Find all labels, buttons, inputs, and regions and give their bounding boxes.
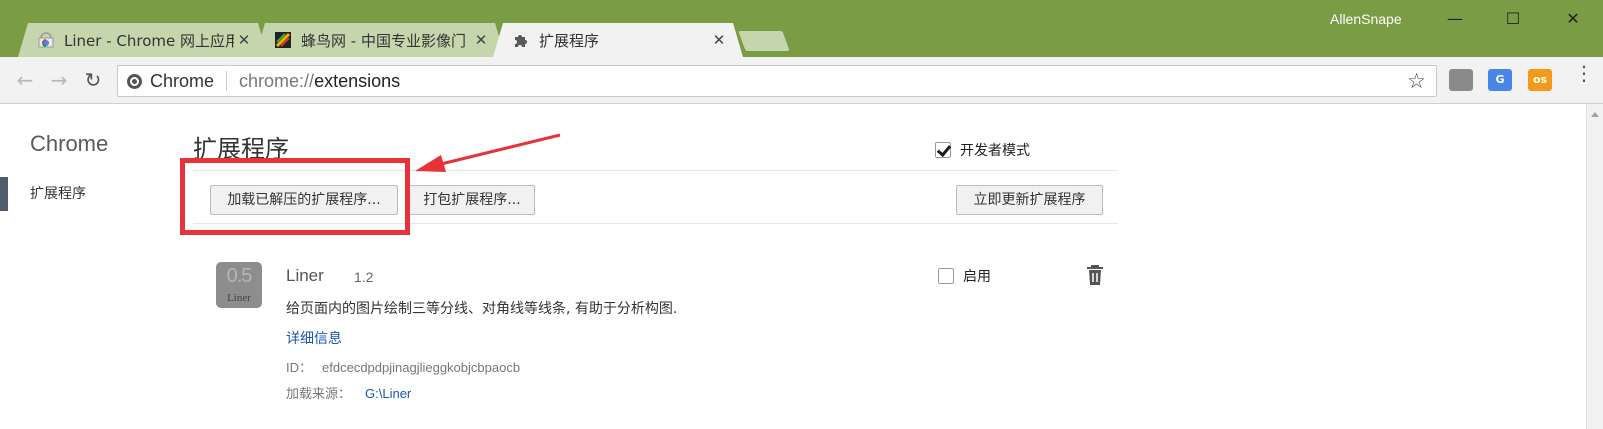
menu-icon[interactable]: ⋮ bbox=[1574, 63, 1594, 93]
update-extensions-button[interactable]: 立即更新扩展程序 bbox=[956, 185, 1103, 215]
enable-toggle[interactable]: 启用 bbox=[938, 266, 991, 286]
annotation-highlight-box bbox=[180, 158, 410, 235]
tab-title: 扩展程序 bbox=[539, 31, 600, 50]
close-icon[interactable]: ✕ bbox=[709, 31, 729, 49]
vertical-scrollbar[interactable] bbox=[1586, 104, 1603, 429]
title-bar: Liner - Chrome 网上应用 ✕ 蜂鸟网 - 中国专业影像门 ✕ 扩展… bbox=[0, 0, 1603, 57]
omnibox-label: Chrome bbox=[150, 70, 215, 91]
new-tab-button[interactable] bbox=[738, 31, 790, 51]
developer-mode-checkbox[interactable] bbox=[935, 142, 951, 158]
liner-icon[interactable]: os bbox=[1528, 69, 1552, 91]
maximize-button[interactable]: ☐ bbox=[1498, 6, 1528, 32]
back-button[interactable]: ← bbox=[12, 67, 38, 93]
omnibox-separator bbox=[226, 71, 228, 91]
developer-mode-toggle[interactable]: 开发者模式 bbox=[935, 140, 1030, 160]
chrome-icon bbox=[127, 73, 142, 89]
close-window-button[interactable]: ✕ bbox=[1558, 6, 1588, 32]
tab-liner-webstore[interactable]: Liner - Chrome 网上应用 ✕ bbox=[18, 23, 268, 57]
enable-label: 启用 bbox=[963, 269, 991, 285]
url-text[interactable]: chrome://extensions bbox=[239, 71, 400, 92]
extension-version: 1.2 bbox=[354, 269, 374, 285]
address-bar[interactable]: Chrome chrome://extensions ☆ bbox=[117, 65, 1437, 97]
tab-title: Liner - Chrome 网上应用 bbox=[64, 31, 234, 50]
puzzle-piece-icon bbox=[513, 32, 529, 48]
liner-extension-icon: 0.5 Liner bbox=[216, 262, 262, 308]
fengniao-icon bbox=[275, 32, 291, 48]
translate-icon[interactable]: G bbox=[1488, 69, 1512, 91]
tab-extensions[interactable]: 扩展程序 ✕ bbox=[493, 23, 743, 57]
trash-icon[interactable] bbox=[1085, 264, 1105, 286]
extension-description: 给页面内的图片绘制三等分线、对角线等线条, 有助于分析构图. bbox=[286, 301, 678, 317]
sidebar-title: Chrome bbox=[30, 131, 109, 156]
enable-checkbox[interactable] bbox=[938, 268, 954, 284]
selected-indicator bbox=[0, 177, 8, 211]
scroll-up-icon[interactable] bbox=[1591, 112, 1599, 117]
page-icon[interactable] bbox=[1449, 69, 1473, 91]
pack-extension-button[interactable]: 打包扩展程序... bbox=[409, 185, 535, 215]
extension-name: Liner bbox=[286, 266, 324, 285]
minimize-button[interactable]: — bbox=[1440, 6, 1470, 32]
close-icon[interactable]: ✕ bbox=[471, 31, 491, 49]
extension-source: 加载来源： G:\Liner bbox=[286, 386, 412, 402]
reload-button[interactable]: ↻ bbox=[80, 67, 106, 93]
profile-name[interactable]: AllenSnape bbox=[1330, 11, 1402, 27]
sidebar-item-extensions[interactable]: 扩展程序 bbox=[0, 177, 160, 211]
tab-fengniao[interactable]: 蜂鸟网 - 中国专业影像门 ✕ bbox=[255, 23, 505, 57]
forward-button[interactable]: → bbox=[46, 67, 72, 93]
browser-toolbar: ← → ↻ Chrome chrome://extensions ☆ G os … bbox=[0, 57, 1603, 104]
developer-mode-label: 开发者模式 bbox=[960, 143, 1030, 159]
close-icon[interactable]: ✕ bbox=[234, 31, 254, 49]
extension-id: ID： efdcecdpdpjinagjlieggkobjcbpaocb bbox=[286, 360, 521, 375]
source-path-link[interactable]: G:\Liner bbox=[365, 386, 411, 401]
tab-title: 蜂鸟网 - 中国专业影像门 bbox=[301, 31, 466, 50]
details-link[interactable]: 详细信息 bbox=[286, 328, 342, 348]
bookmark-star-icon[interactable]: ☆ bbox=[1407, 69, 1426, 93]
chrome-webstore-icon bbox=[38, 32, 54, 48]
sidebar-item-label: 扩展程序 bbox=[30, 186, 86, 202]
